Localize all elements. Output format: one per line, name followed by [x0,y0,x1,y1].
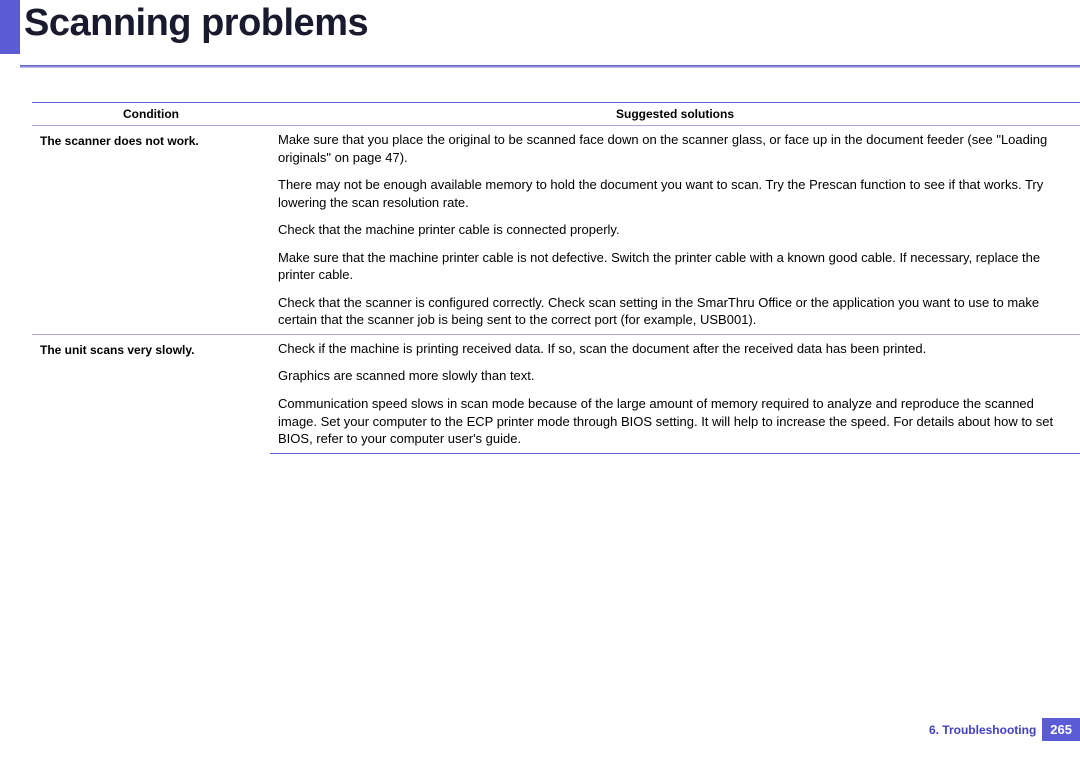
page-number: 265 [1042,718,1080,741]
solution-cell: There may not be enough available memory… [270,171,1080,216]
title-accent-bar [0,0,20,54]
solution-cell: Make sure that you place the original to… [270,126,1080,172]
troubleshooting-table: Condition Suggested solutions The scanne… [32,102,1080,454]
solution-cell: Check that the scanner is configured cor… [270,289,1080,335]
solution-cell: Check that the machine printer cable is … [270,216,1080,244]
content-area: Condition Suggested solutions The scanne… [0,70,1080,454]
solution-cell: Graphics are scanned more slowly than te… [270,362,1080,390]
page-footer: 6. Troubleshooting 265 [929,718,1080,741]
solution-cell: Communication speed slows in scan mode b… [270,390,1080,453]
header-solution: Suggested solutions [270,103,1080,126]
condition-cell: The scanner does not work. [32,126,270,335]
page-title: Scanning problems [24,2,368,45]
condition-cell: The unit scans very slowly. [32,334,270,453]
solution-cell: Make sure that the machine printer cable… [270,244,1080,289]
solution-cell: Check if the machine is printing receive… [270,334,1080,362]
header-underline [20,65,1080,68]
header-condition: Condition [32,103,270,126]
chapter-label: 6. Troubleshooting [929,723,1036,737]
